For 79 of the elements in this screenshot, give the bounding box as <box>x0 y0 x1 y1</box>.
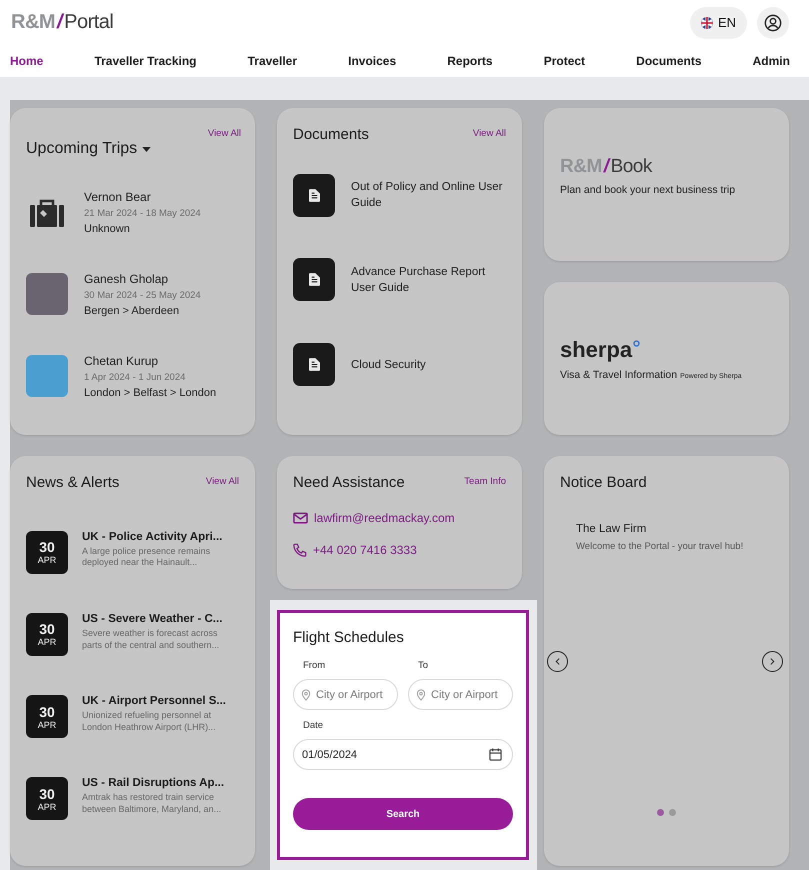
nav-tab[interactable]: Traveller Tracking <box>94 54 197 68</box>
traveller-name[interactable]: Ganesh Gholap <box>84 272 201 286</box>
location-pin-icon <box>301 689 311 701</box>
traveller-name[interactable]: Chetan Kurup <box>84 354 216 368</box>
to-field[interactable]: City or Airport <box>408 679 513 710</box>
team-info-link[interactable]: Team Info <box>464 476 506 487</box>
news-title[interactable]: UK - Police Activity Apri... <box>82 530 239 543</box>
photo-placeholder <box>26 355 68 398</box>
document-link[interactable]: Out of Policy and Online User Guide <box>351 179 506 212</box>
next-button[interactable] <box>762 651 783 672</box>
chevron-right-icon <box>770 658 775 665</box>
document-icon <box>293 258 335 302</box>
notice-heading: The Law Firm <box>576 523 648 535</box>
book-tagline: Plan and book your next business trip <box>560 184 736 196</box>
caret-icon <box>142 146 152 152</box>
flag-icon <box>700 16 713 28</box>
news-title[interactable]: US - Severe Weather - C... <box>82 612 239 625</box>
mail-icon <box>293 512 308 524</box>
field-label: Date <box>303 720 324 731</box>
news-summary: Amtrak has restored train service between Baltimore, Maryland, an... <box>82 792 222 816</box>
notice-message: Welcome to the Portal - your travel hub! <box>576 541 744 552</box>
nav-tab[interactable]: Protect <box>544 54 586 68</box>
field-label: From <box>303 660 326 671</box>
phone-icon <box>293 543 307 557</box>
news-title[interactable]: UK - Airport Personnel S... <box>82 695 239 708</box>
date-badge: 30 APR <box>26 777 68 820</box>
document-icon <box>293 174 335 217</box>
trip-dates: 1 Apr 2024 - 1 Jun 2024 <box>84 372 186 383</box>
nav-tab[interactable]: Documents <box>636 54 702 68</box>
news-title[interactable]: US - Rail Disruptions Ap... <box>82 777 239 790</box>
carousel-dot[interactable] <box>669 809 676 816</box>
trip-route: Bergen > Aberdeen <box>84 304 180 317</box>
portal-logo[interactable]: R&M/Portal <box>11 11 114 34</box>
traveller-name[interactable]: Vernon Bear <box>84 190 201 204</box>
nav-tab[interactable]: Traveller <box>248 54 297 68</box>
sherpa-logo: sherpa <box>560 336 773 362</box>
date-badge: 30 APR <box>26 530 68 574</box>
news-summary: A large police presence remains deployed near the Hainault... <box>82 546 212 569</box>
photo-placeholder <box>26 273 68 316</box>
chevron-left-icon <box>555 658 560 665</box>
phone-link[interactable]: +44 020 7416 3333 <box>313 543 417 557</box>
view-all-link[interactable]: View All <box>206 476 239 487</box>
sherpa-tagline: Visa & Travel Information <box>560 368 678 380</box>
trip-dates: 21 Mar 2024 - 18 May 2024 <box>84 208 201 220</box>
field-label: To <box>418 660 430 671</box>
carousel-dot[interactable] <box>657 809 664 816</box>
card-title: Need Assistance <box>293 474 405 491</box>
email-link[interactable]: lawfirm@reedmackay.com <box>314 511 455 525</box>
date-badge: 30 APR <box>26 695 68 738</box>
language-button[interactable]: EN <box>690 6 747 38</box>
nav-tab[interactable]: Home <box>10 54 44 68</box>
view-all-link[interactable]: View All <box>472 128 506 139</box>
user-icon <box>764 14 782 32</box>
calendar-icon <box>489 748 502 761</box>
date-badge: 30 APR <box>26 612 68 656</box>
nav-tab[interactable]: Invoices <box>348 54 396 68</box>
trip-dates: 30 Mar 2024 - 25 May 2024 <box>84 290 201 301</box>
card-title: News & Alerts <box>26 474 120 491</box>
card-title[interactable]: Upcoming Trips <box>26 140 152 158</box>
document-link[interactable]: Advance Purchase Report User Guide <box>351 264 506 296</box>
account-button[interactable] <box>757 6 789 38</box>
from-field[interactable]: City or Airport <box>293 679 398 710</box>
suitcase-icon <box>30 198 64 227</box>
nav-tab[interactable]: Admin <box>752 54 790 68</box>
location-pin-icon <box>416 689 426 701</box>
view-all-link[interactable]: View All <box>208 128 241 139</box>
search-button[interactable]: Search <box>293 798 513 830</box>
card-title: Flight Schedules <box>293 629 405 646</box>
news-summary: Unionized refueling personnel at London Heathrow Airport (LHR)... <box>82 710 217 734</box>
trip-route: London > Belfast > London <box>84 386 216 399</box>
news-summary: Severe weather is forecast across parts of the central and southern... <box>82 628 220 652</box>
document-link[interactable]: Cloud Security <box>351 356 426 373</box>
date-field[interactable]: 01/05/2024 <box>293 739 513 770</box>
document-icon <box>293 343 335 386</box>
card-title: Notice Board <box>560 474 648 491</box>
trip-route: Unknown <box>84 223 131 236</box>
previous-button[interactable] <box>547 651 568 672</box>
nav-tab[interactable]: Reports <box>447 54 493 68</box>
card-title: Documents <box>293 126 369 143</box>
